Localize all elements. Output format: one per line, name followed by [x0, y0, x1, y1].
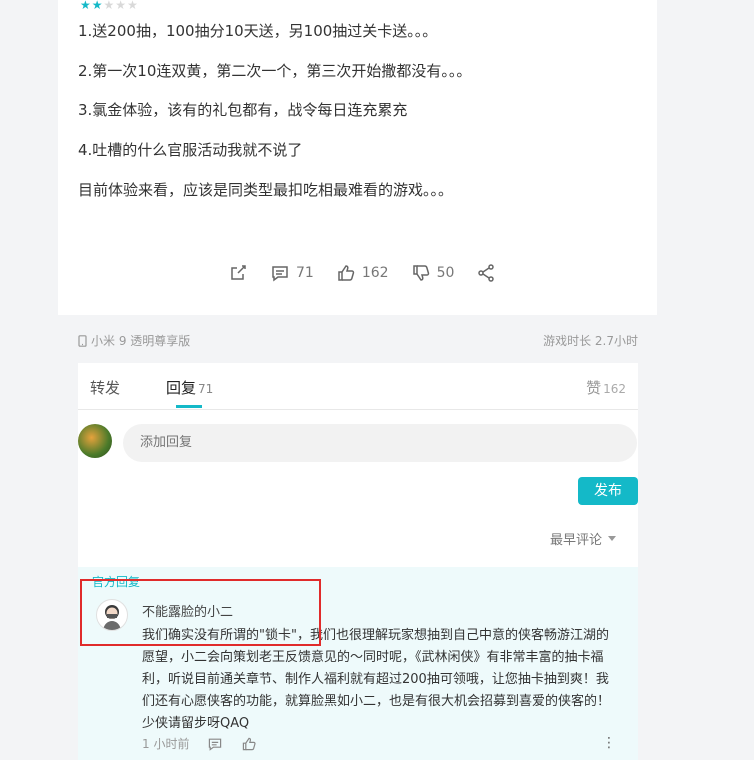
caret-down-icon — [608, 536, 616, 541]
tab-forward-label: 转发 — [90, 379, 121, 397]
reply-tabs: 转发 回复 71 赞 162 — [78, 363, 638, 410]
sort-dropdown[interactable]: 最早评论 — [550, 529, 616, 548]
comment-button[interactable]: 71 — [270, 263, 314, 283]
star-icon: ★ — [103, 0, 115, 12]
review-actions: 71 162 50 — [228, 262, 518, 284]
tab-likes[interactable]: 赞 162 — [586, 377, 626, 398]
comment-count: 71 — [296, 265, 314, 281]
share-button[interactable] — [476, 263, 496, 283]
dislike-count: 50 — [436, 265, 455, 281]
tab-reply-label: 回复 — [166, 379, 197, 397]
tab-reply[interactable]: 回复 71 — [166, 377, 213, 398]
share-icon — [478, 264, 495, 282]
reply-input[interactable] — [123, 424, 637, 462]
sort-label: 最早评论 — [549, 533, 602, 548]
like-button[interactable]: 162 — [336, 263, 389, 283]
more-options-icon[interactable]: ⋮ — [602, 735, 616, 751]
official-reply-footer: 1 小时前 — [142, 735, 257, 752]
review-line-3: 3.氯金体验，该有的礼包都有，战令每日连充累充 — [78, 101, 408, 119]
playtime: 游戏时长 2.7小时 — [543, 334, 638, 348]
star-icon: ★ — [80, 0, 91, 12]
star-icon: ★ — [127, 0, 138, 12]
thumbs-down-icon — [412, 265, 429, 281]
device-info: 小米 9 透明尊享版 — [78, 332, 190, 349]
device-name: 小米 9 透明尊享版 — [91, 334, 191, 348]
highlight-annotation-box — [80, 579, 321, 646]
reply-panel: 转发 回复71 赞162 发布 最早评论 官方回复 不能露脸的小二 我们确实没有… — [78, 363, 638, 760]
current-user-avatar — [78, 424, 112, 458]
active-tab-indicator — [176, 405, 202, 408]
rating-stars: ★★★★★ — [80, 0, 139, 13]
official-reply-time: 1 小时前 — [142, 737, 190, 751]
forward-icon — [231, 265, 246, 280]
tab-likes-count: 162 — [603, 382, 626, 396]
thumbs-up-icon — [338, 265, 355, 281]
star-icon: ★ — [91, 0, 103, 12]
tab-reply-count: 71 — [198, 382, 214, 396]
tab-likes-label: 赞 — [586, 379, 602, 397]
publish-button[interactable]: 发布 — [578, 477, 638, 505]
tab-forward[interactable]: 转发 — [90, 377, 120, 398]
thumbs-up-icon[interactable] — [241, 736, 257, 752]
star-icon: ★ — [115, 0, 127, 12]
comment-icon — [272, 266, 288, 282]
dislike-button[interactable]: 50 — [411, 263, 455, 283]
phone-icon — [78, 334, 87, 347]
comment-icon[interactable] — [207, 736, 223, 752]
review-card: ★★★★★ 1.送200抽，100抽分10天送，另100抽过关卡送。。。 2.第… — [58, 0, 657, 315]
like-count: 162 — [361, 265, 389, 281]
review-line-4: 4.吐槽的什么官服活动我就不说了 — [78, 141, 303, 159]
review-line-2: 2.第一次10连双黄，第二次一个，第三次开始撒都没有。。。 — [78, 62, 472, 80]
review-line-5: 目前体验来看，应该是同类型最扣吃相最难看的游戏。。。 — [78, 181, 454, 199]
forward-button[interactable] — [228, 263, 248, 283]
review-line-1: 1.送200抽，100抽分10天送，另100抽过关卡送。。。 — [78, 22, 438, 40]
